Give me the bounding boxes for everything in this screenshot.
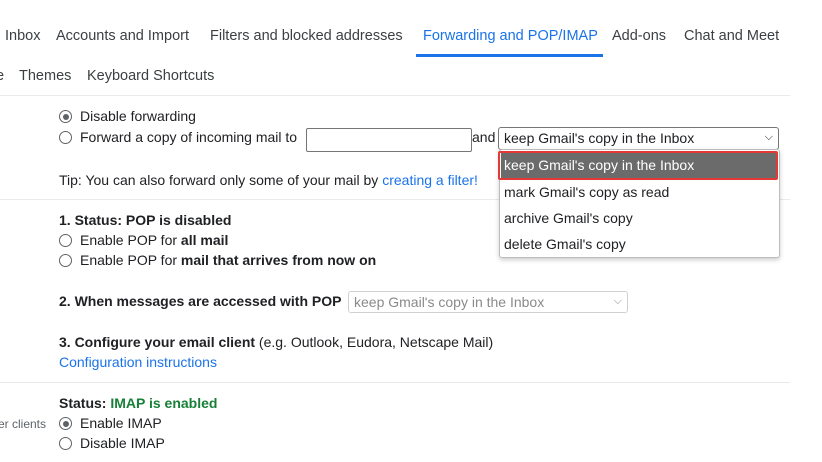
enable-imap-label: Enable IMAP bbox=[80, 415, 162, 431]
disable-forwarding-label: Disable forwarding bbox=[80, 108, 196, 124]
dropdown-option-mark-read[interactable]: mark Gmail's copy as read bbox=[504, 184, 669, 200]
forwarding-tip: Tip: You can also forward only some of y… bbox=[59, 172, 478, 188]
forward-action-select[interactable]: keep Gmail's copy in the Inbox ⌵ bbox=[498, 127, 779, 150]
forward-action-value: keep Gmail's copy in the Inbox bbox=[504, 130, 695, 146]
and-label: and bbox=[472, 129, 496, 145]
tab-chat-and-meet[interactable]: Chat and Meet bbox=[684, 28, 779, 44]
dropdown-option-delete[interactable]: delete Gmail's copy bbox=[504, 236, 626, 252]
configure-client-text: 3. Configure your email client (e.g. Out… bbox=[59, 334, 493, 350]
dropdown-option-archive[interactable]: archive Gmail's copy bbox=[504, 210, 633, 226]
enable-pop-all-prefix: Enable POP for bbox=[80, 232, 181, 248]
selected-option-highlight-box bbox=[498, 151, 778, 180]
enable-pop-now-bold: mail that arrives from now on bbox=[180, 252, 377, 268]
tab-forwarding-and-pop-imap[interactable]: Forwarding and POP/IMAP bbox=[423, 28, 598, 44]
disable-imap-label: Disable IMAP bbox=[80, 435, 165, 451]
tip-text: Tip: You can also forward only some of y… bbox=[59, 172, 383, 188]
pop-access-label: 2. When messages are accessed with POP bbox=[59, 293, 342, 309]
forward-address-input[interactable] bbox=[306, 128, 472, 152]
imap-status-prefix: Status: bbox=[59, 395, 111, 411]
imap-side-label: er clients bbox=[0, 417, 47, 431]
disable-imap-radio[interactable] bbox=[59, 437, 72, 450]
enable-pop-now-label: Enable POP for mail that arrives from no… bbox=[80, 252, 376, 268]
tab-filters-and-blocked-addresses[interactable]: Filters and blocked addresses bbox=[210, 28, 403, 44]
tab-accounts-and-import[interactable]: Accounts and Import bbox=[56, 28, 189, 44]
enable-pop-all-label: Enable POP for all mail bbox=[80, 232, 228, 248]
disable-forwarding-radio[interactable] bbox=[59, 110, 72, 123]
forward-copy-radio[interactable] bbox=[59, 131, 72, 144]
tab-cut-off[interactable]: e bbox=[0, 68, 4, 84]
enable-pop-all-radio[interactable] bbox=[59, 234, 72, 247]
pop-status: 1. Status: POP is disabled bbox=[59, 212, 232, 228]
configure-client-hint: (e.g. Outlook, Eudora, Netscape Mail) bbox=[255, 334, 494, 350]
enable-pop-all-bold: all mail bbox=[180, 232, 229, 248]
tab-keyboard-shortcuts[interactable]: Keyboard Shortcuts bbox=[87, 68, 214, 84]
forward-copy-label: Forward a copy of incoming mail to bbox=[80, 129, 298, 145]
tab-themes[interactable]: Themes bbox=[19, 68, 71, 84]
section-divider-pop bbox=[0, 382, 790, 383]
chevron-down-icon: ⌵ bbox=[613, 295, 622, 307]
enable-imap-radio[interactable] bbox=[59, 417, 72, 430]
tab-inbox[interactable]: Inbox bbox=[5, 28, 40, 44]
imap-status-value: IMAP is enabled bbox=[110, 395, 218, 411]
chevron-down-icon: ⌵ bbox=[764, 131, 773, 143]
configuration-instructions-link[interactable]: Configuration instructions bbox=[59, 354, 217, 370]
tab-add-ons[interactable]: Add-ons bbox=[612, 28, 666, 44]
configure-client-label: 3. Configure your email client bbox=[59, 334, 256, 350]
imap-status: Status: IMAP is enabled bbox=[59, 395, 217, 411]
active-tab-indicator bbox=[416, 54, 603, 57]
tabs-divider bbox=[0, 95, 790, 96]
pop-access-value: keep Gmail's copy in the Inbox bbox=[354, 294, 545, 310]
pop-access-select[interactable]: keep Gmail's copy in the Inbox ⌵ bbox=[348, 291, 628, 313]
enable-pop-now-prefix: Enable POP for bbox=[80, 252, 181, 268]
enable-pop-now-radio[interactable] bbox=[59, 254, 72, 267]
create-filter-link[interactable]: creating a filter! bbox=[382, 172, 478, 188]
